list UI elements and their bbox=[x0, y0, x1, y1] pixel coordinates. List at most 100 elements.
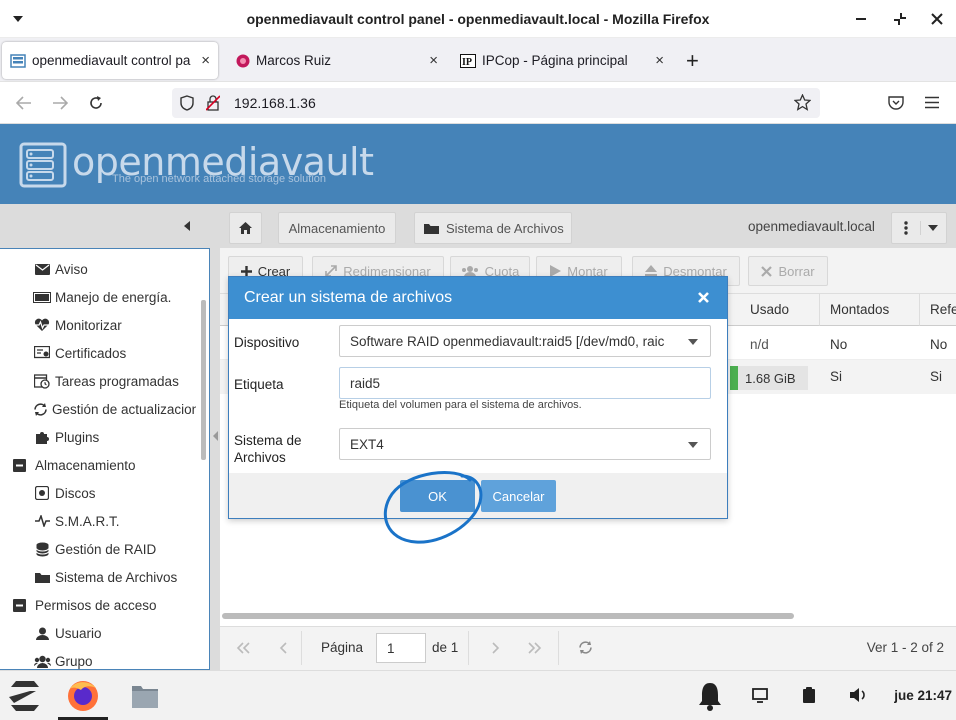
sidebar-item-actualizaciones[interactable]: Gestión de actualizacion bbox=[0, 395, 196, 423]
firefox-icon[interactable] bbox=[66, 679, 100, 713]
sidebar-scrollbar[interactable] bbox=[201, 300, 206, 460]
tab-ipcop[interactable]: IP IPCop - Página principal × bbox=[450, 42, 672, 79]
insecure-lock-icon[interactable] bbox=[206, 95, 220, 111]
notification-bell-icon[interactable] bbox=[697, 681, 723, 711]
device-label: Dispositivo bbox=[234, 335, 300, 350]
column-header-ref[interactable]: Refe bbox=[920, 294, 956, 326]
chevron-down-icon bbox=[688, 442, 698, 448]
menu-hamburger-icon[interactable] bbox=[924, 96, 940, 109]
column-header-mounted[interactable]: Montados bbox=[820, 294, 920, 326]
sidebar-group-almacenamiento[interactable]: Almacenamiento bbox=[0, 451, 196, 479]
bookmark-star-icon[interactable] bbox=[794, 94, 811, 111]
delete-label: Borrar bbox=[778, 263, 815, 279]
sidebar-item-monitorizar[interactable]: Monitorizar bbox=[0, 311, 196, 339]
shield-icon[interactable] bbox=[180, 95, 194, 111]
refresh-icon bbox=[33, 400, 48, 418]
breadcrumb-storage[interactable]: Almacenamiento bbox=[278, 212, 396, 244]
chevron-down-icon[interactable] bbox=[921, 225, 946, 231]
restore-icon[interactable] bbox=[893, 12, 907, 26]
tab-close-icon[interactable]: × bbox=[201, 52, 210, 69]
home-button[interactable] bbox=[229, 212, 262, 244]
volume-icon[interactable] bbox=[849, 687, 867, 703]
sidebar-item-smart[interactable]: S.M.A.R.T. bbox=[0, 507, 196, 535]
tab-openmediavault[interactable]: openmediavault control pa × bbox=[2, 42, 218, 79]
next-page-icon[interactable] bbox=[492, 642, 500, 654]
sidebar-item-tareas[interactable]: Tareas programadas bbox=[0, 367, 196, 395]
home-icon bbox=[239, 222, 252, 234]
dialog-close-icon[interactable] bbox=[698, 292, 709, 303]
plus-icon bbox=[240, 265, 252, 277]
taskbar: jue 21:47 bbox=[0, 670, 956, 720]
breadcrumb-filesystems[interactable]: Sistema de Archivos bbox=[414, 212, 572, 244]
page-input[interactable]: 1 bbox=[376, 633, 426, 663]
annotation-circle bbox=[383, 471, 483, 544]
tab-label: Marcos Ruiz bbox=[256, 53, 332, 68]
device-value: Software RAID openmediavault:raid5 [/dev… bbox=[350, 333, 665, 349]
collapse-icon[interactable] bbox=[10, 596, 28, 614]
prev-page-icon[interactable] bbox=[279, 642, 287, 654]
hostname-label: openmediavault.local bbox=[748, 219, 875, 234]
kebab-menu-icon[interactable] bbox=[892, 221, 921, 235]
pulse-icon bbox=[33, 512, 51, 530]
zorin-menu-icon[interactable] bbox=[6, 679, 44, 713]
sidebar-splitter[interactable] bbox=[210, 248, 220, 670]
tab-close-icon[interactable]: × bbox=[655, 52, 664, 69]
cancel-button[interactable]: Cancelar bbox=[481, 480, 556, 512]
device-connect-icon[interactable] bbox=[752, 688, 768, 703]
navigation-bar: 192.168.1.36 bbox=[0, 82, 956, 124]
collapse-sidebar-icon[interactable] bbox=[183, 220, 191, 232]
refresh-icon[interactable] bbox=[578, 640, 593, 655]
close-window-icon[interactable] bbox=[931, 13, 943, 25]
marcos-favicon-icon bbox=[236, 54, 250, 68]
sidebar-item-label: Grupo bbox=[55, 653, 93, 669]
first-page-icon[interactable] bbox=[236, 642, 250, 654]
sidebar-item-discos[interactable]: Discos bbox=[0, 479, 196, 507]
cell-ref: No bbox=[930, 336, 948, 352]
puzzle-icon bbox=[33, 428, 51, 446]
group-icon bbox=[33, 652, 51, 670]
heartbeat-icon bbox=[33, 316, 51, 334]
sidebar-item-energia[interactable]: Manejo de energía. bbox=[0, 283, 196, 311]
dialog-header: Crear un sistema de archivos bbox=[229, 277, 727, 319]
mail-icon bbox=[33, 260, 51, 278]
reload-icon[interactable] bbox=[88, 95, 104, 111]
sidebar-item-sistema-archivos[interactable]: Sistema de Archivos bbox=[0, 563, 196, 591]
cell-mounted: No bbox=[830, 336, 848, 352]
delete-x-icon bbox=[761, 265, 773, 277]
sidebar-item-label: Certificados bbox=[55, 345, 127, 361]
sidebar-item-certificados[interactable]: Certificados bbox=[0, 339, 196, 367]
tab-bar: openmediavault control pa × Marcos Ruiz … bbox=[0, 38, 956, 82]
address-bar[interactable]: 192.168.1.36 bbox=[172, 88, 820, 118]
host-actions-button[interactable] bbox=[891, 212, 947, 244]
pager-separator bbox=[468, 631, 469, 665]
collapse-icon[interactable] bbox=[10, 456, 28, 474]
tag-input[interactable]: raid5 bbox=[339, 367, 711, 399]
tab-marcos-ruiz[interactable]: Marcos Ruiz × bbox=[226, 42, 446, 79]
pager: Página 1 de 1 Ver 1 - 2 of 2 bbox=[220, 626, 956, 670]
delete-button[interactable]: Borrar bbox=[748, 256, 828, 286]
sidebar-item-usuario[interactable]: Usuario bbox=[0, 619, 196, 647]
minimize-icon[interactable] bbox=[856, 18, 866, 21]
forward-icon[interactable] bbox=[52, 96, 68, 110]
pocket-icon[interactable] bbox=[888, 95, 904, 110]
clock[interactable]: jue 21:47 bbox=[894, 688, 952, 703]
back-icon[interactable] bbox=[16, 96, 32, 110]
sidebar-item-raid[interactable]: Gestión de RAID bbox=[0, 535, 196, 563]
filesystem-select[interactable]: EXT4 bbox=[339, 428, 711, 460]
clipboard-icon[interactable] bbox=[803, 687, 815, 703]
tag-label: Etiqueta bbox=[234, 377, 284, 392]
omv-favicon-icon bbox=[10, 53, 26, 69]
sidebar-item-plugins[interactable]: Plugins bbox=[0, 423, 196, 451]
sidebar-item-aviso[interactable]: Aviso bbox=[0, 255, 196, 283]
device-select[interactable]: Software RAID openmediavault:raid5 [/dev… bbox=[339, 325, 711, 357]
new-tab-button[interactable]: + bbox=[686, 48, 699, 74]
horizontal-scrollbar[interactable] bbox=[222, 613, 794, 619]
last-page-icon[interactable] bbox=[528, 642, 542, 654]
files-icon[interactable] bbox=[131, 683, 159, 709]
url-text[interactable]: 192.168.1.36 bbox=[234, 95, 316, 111]
column-header-used[interactable]: Usado bbox=[740, 294, 820, 326]
tab-close-icon[interactable]: × bbox=[429, 52, 438, 69]
sidebar-group-permisos[interactable]: Permisos de acceso bbox=[0, 591, 196, 619]
page-label: Página bbox=[321, 640, 364, 655]
cell-mounted: Si bbox=[830, 368, 843, 384]
